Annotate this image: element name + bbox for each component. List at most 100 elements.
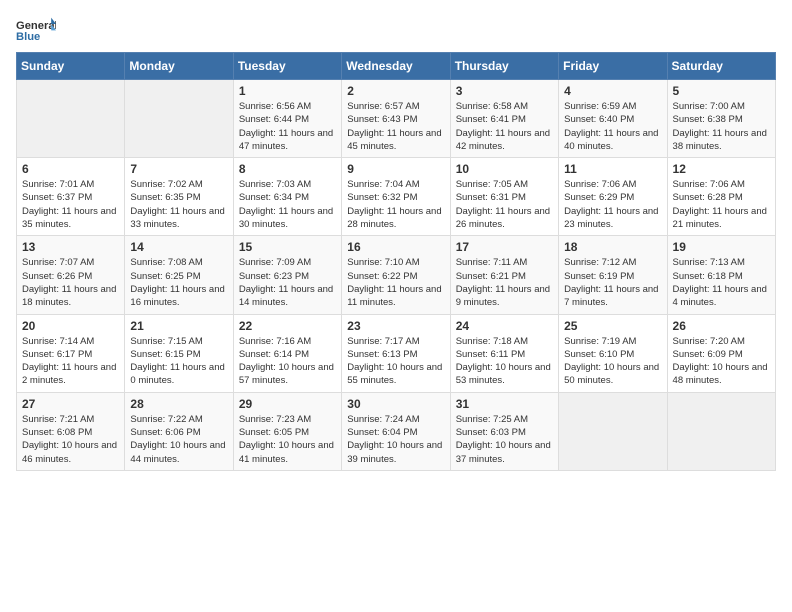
sunrise-text: Sunrise: 7:22 AM bbox=[130, 413, 227, 426]
sunrise-text: Sunrise: 7:08 AM bbox=[130, 256, 227, 269]
day-detail: Sunrise: 7:07 AMSunset: 6:26 PMDaylight:… bbox=[22, 256, 119, 309]
day-detail: Sunrise: 7:05 AMSunset: 6:31 PMDaylight:… bbox=[456, 178, 553, 231]
weekday-header-thursday: Thursday bbox=[450, 53, 558, 80]
calendar-cell bbox=[17, 80, 125, 158]
day-detail: Sunrise: 6:57 AMSunset: 6:43 PMDaylight:… bbox=[347, 100, 444, 153]
day-detail: Sunrise: 7:16 AMSunset: 6:14 PMDaylight:… bbox=[239, 335, 336, 388]
day-detail: Sunrise: 7:22 AMSunset: 6:06 PMDaylight:… bbox=[130, 413, 227, 466]
daylight-text: Daylight: 11 hours and 42 minutes. bbox=[456, 127, 553, 154]
day-number: 17 bbox=[456, 240, 553, 254]
daylight-text: Daylight: 10 hours and 48 minutes. bbox=[673, 361, 770, 388]
sunrise-text: Sunrise: 6:57 AM bbox=[347, 100, 444, 113]
calendar-cell: 5Sunrise: 7:00 AMSunset: 6:38 PMDaylight… bbox=[667, 80, 775, 158]
day-number: 15 bbox=[239, 240, 336, 254]
sunset-text: Sunset: 6:23 PM bbox=[239, 270, 336, 283]
sunrise-text: Sunrise: 7:13 AM bbox=[673, 256, 770, 269]
day-detail: Sunrise: 7:18 AMSunset: 6:11 PMDaylight:… bbox=[456, 335, 553, 388]
calendar-cell: 26Sunrise: 7:20 AMSunset: 6:09 PMDayligh… bbox=[667, 314, 775, 392]
day-number: 25 bbox=[564, 319, 661, 333]
daylight-text: Daylight: 10 hours and 57 minutes. bbox=[239, 361, 336, 388]
sunset-text: Sunset: 6:25 PM bbox=[130, 270, 227, 283]
day-detail: Sunrise: 7:14 AMSunset: 6:17 PMDaylight:… bbox=[22, 335, 119, 388]
day-number: 18 bbox=[564, 240, 661, 254]
weekday-header-saturday: Saturday bbox=[667, 53, 775, 80]
calendar-cell: 25 Sunrise: 7:19 AMSunset: 6:10 PMDayligh… bbox=[559, 314, 667, 392]
day-detail: Sunrise: 7:06 AMSunset: 6:29 PMDaylight:… bbox=[564, 178, 661, 231]
calendar-cell: 7Sunrise: 7:02 AMSunset: 6:35 PMDaylight… bbox=[125, 158, 233, 236]
daylight-text: Daylight: 10 hours and 39 minutes. bbox=[347, 439, 444, 466]
day-detail: Sunrise: 7:19 AMSunset: 6:10 PMDaylight:… bbox=[564, 335, 661, 388]
day-number: 21 bbox=[130, 319, 227, 333]
day-number: 11 bbox=[564, 162, 661, 176]
sunset-text: Sunset: 6:31 PM bbox=[456, 191, 553, 204]
svg-text:Blue: Blue bbox=[16, 31, 40, 43]
daylight-text: Daylight: 11 hours and 11 minutes. bbox=[347, 283, 444, 310]
daylight-text: Daylight: 11 hours and 33 minutes. bbox=[130, 205, 227, 232]
sunrise-text: Sunrise: 6:59 AM bbox=[564, 100, 661, 113]
daylight-text: Daylight: 11 hours and 9 minutes. bbox=[456, 283, 553, 310]
sunrise-text: Sunrise: 7:09 AM bbox=[239, 256, 336, 269]
day-number: 27 bbox=[22, 397, 119, 411]
calendar-cell: 11 Sunrise: 7:06 AMSunset: 6:29 PMDayligh… bbox=[559, 158, 667, 236]
day-detail: Sunrise: 7:09 AMSunset: 6:23 PMDaylight:… bbox=[239, 256, 336, 309]
day-number: 3 bbox=[456, 84, 553, 98]
day-number: 5 bbox=[673, 84, 770, 98]
sunrise-text: Sunrise: 7:25 AM bbox=[456, 413, 553, 426]
week-row-2: 6Sunrise: 7:01 AMSunset: 6:37 PMDaylight… bbox=[17, 158, 776, 236]
calendar-cell: 15 Sunrise: 7:09 AMSunset: 6:23 PMDayligh… bbox=[233, 236, 341, 314]
sunset-text: Sunset: 6:19 PM bbox=[564, 270, 661, 283]
sunrise-text: Sunrise: 6:58 AM bbox=[456, 100, 553, 113]
sunset-text: Sunset: 6:08 PM bbox=[22, 426, 119, 439]
sunset-text: Sunset: 6:22 PM bbox=[347, 270, 444, 283]
calendar-cell: 24Sunrise: 7:18 AMSunset: 6:11 PMDayligh… bbox=[450, 314, 558, 392]
day-detail: Sunrise: 6:58 AMSunset: 6:41 PMDaylight:… bbox=[456, 100, 553, 153]
day-number: 1 bbox=[239, 84, 336, 98]
calendar-cell: 31Sunrise: 7:25 AMSunset: 6:03 PMDayligh… bbox=[450, 392, 558, 470]
day-detail: Sunrise: 6:56 AMSunset: 6:44 PMDaylight:… bbox=[239, 100, 336, 153]
sunset-text: Sunset: 6:18 PM bbox=[673, 270, 770, 283]
calendar-cell: 13Sunrise: 7:07 AMSunset: 6:26 PMDayligh… bbox=[17, 236, 125, 314]
sunrise-text: Sunrise: 7:18 AM bbox=[456, 335, 553, 348]
sunrise-text: Sunrise: 7:04 AM bbox=[347, 178, 444, 191]
svg-text:General: General bbox=[16, 20, 56, 32]
daylight-text: Daylight: 11 hours and 21 minutes. bbox=[673, 205, 770, 232]
day-number: 31 bbox=[456, 397, 553, 411]
sunset-text: Sunset: 6:44 PM bbox=[239, 113, 336, 126]
daylight-text: Daylight: 11 hours and 14 minutes. bbox=[239, 283, 336, 310]
sunrise-text: Sunrise: 7:10 AM bbox=[347, 256, 444, 269]
sunrise-text: Sunrise: 6:56 AM bbox=[239, 100, 336, 113]
weekday-header-monday: Monday bbox=[125, 53, 233, 80]
weekday-header-row: SundayMondayTuesdayWednesdayThursdayFrid… bbox=[17, 53, 776, 80]
calendar-cell: 20Sunrise: 7:14 AMSunset: 6:17 PMDayligh… bbox=[17, 314, 125, 392]
calendar-cell: 4Sunrise: 6:59 AMSunset: 6:40 PMDaylight… bbox=[559, 80, 667, 158]
day-number: 2 bbox=[347, 84, 444, 98]
sunrise-text: Sunrise: 7:01 AM bbox=[22, 178, 119, 191]
calendar-cell: 18Sunrise: 7:12 AMSunset: 6:19 PMDayligh… bbox=[559, 236, 667, 314]
sunset-text: Sunset: 6:15 PM bbox=[130, 348, 227, 361]
day-detail: Sunrise: 7:11 AMSunset: 6:21 PMDaylight:… bbox=[456, 256, 553, 309]
calendar-cell: 2 Sunrise: 6:57 AMSunset: 6:43 PMDaylight… bbox=[342, 80, 450, 158]
calendar-cell: 10 Sunrise: 7:05 AMSunset: 6:31 PMDayligh… bbox=[450, 158, 558, 236]
calendar-cell: 14Sunrise: 7:08 AMSunset: 6:25 PMDayligh… bbox=[125, 236, 233, 314]
sunset-text: Sunset: 6:21 PM bbox=[456, 270, 553, 283]
daylight-text: Daylight: 10 hours and 55 minutes. bbox=[347, 361, 444, 388]
sunset-text: Sunset: 6:26 PM bbox=[22, 270, 119, 283]
calendar-cell: 17 Sunrise: 7:11 AMSunset: 6:21 PMDayligh… bbox=[450, 236, 558, 314]
daylight-text: Daylight: 11 hours and 0 minutes. bbox=[130, 361, 227, 388]
daylight-text: Daylight: 10 hours and 41 minutes. bbox=[239, 439, 336, 466]
sunset-text: Sunset: 6:40 PM bbox=[564, 113, 661, 126]
sunset-text: Sunset: 6:13 PM bbox=[347, 348, 444, 361]
daylight-text: Daylight: 11 hours and 2 minutes. bbox=[22, 361, 119, 388]
day-number: 10 bbox=[456, 162, 553, 176]
day-number: 12 bbox=[673, 162, 770, 176]
sunrise-text: Sunrise: 7:21 AM bbox=[22, 413, 119, 426]
calendar-cell: 12Sunrise: 7:06 AMSunset: 6:28 PMDayligh… bbox=[667, 158, 775, 236]
day-detail: Sunrise: 7:17 AMSunset: 6:13 PMDaylight:… bbox=[347, 335, 444, 388]
sunrise-text: Sunrise: 7:00 AM bbox=[673, 100, 770, 113]
daylight-text: Daylight: 11 hours and 18 minutes. bbox=[22, 283, 119, 310]
daylight-text: Daylight: 10 hours and 50 minutes. bbox=[564, 361, 661, 388]
daylight-text: Daylight: 11 hours and 47 minutes. bbox=[239, 127, 336, 154]
daylight-text: Daylight: 11 hours and 40 minutes. bbox=[564, 127, 661, 154]
day-detail: Sunrise: 7:23 AMSunset: 6:05 PMDaylight:… bbox=[239, 413, 336, 466]
calendar-cell: 8Sunrise: 7:03 AMSunset: 6:34 PMDaylight… bbox=[233, 158, 341, 236]
